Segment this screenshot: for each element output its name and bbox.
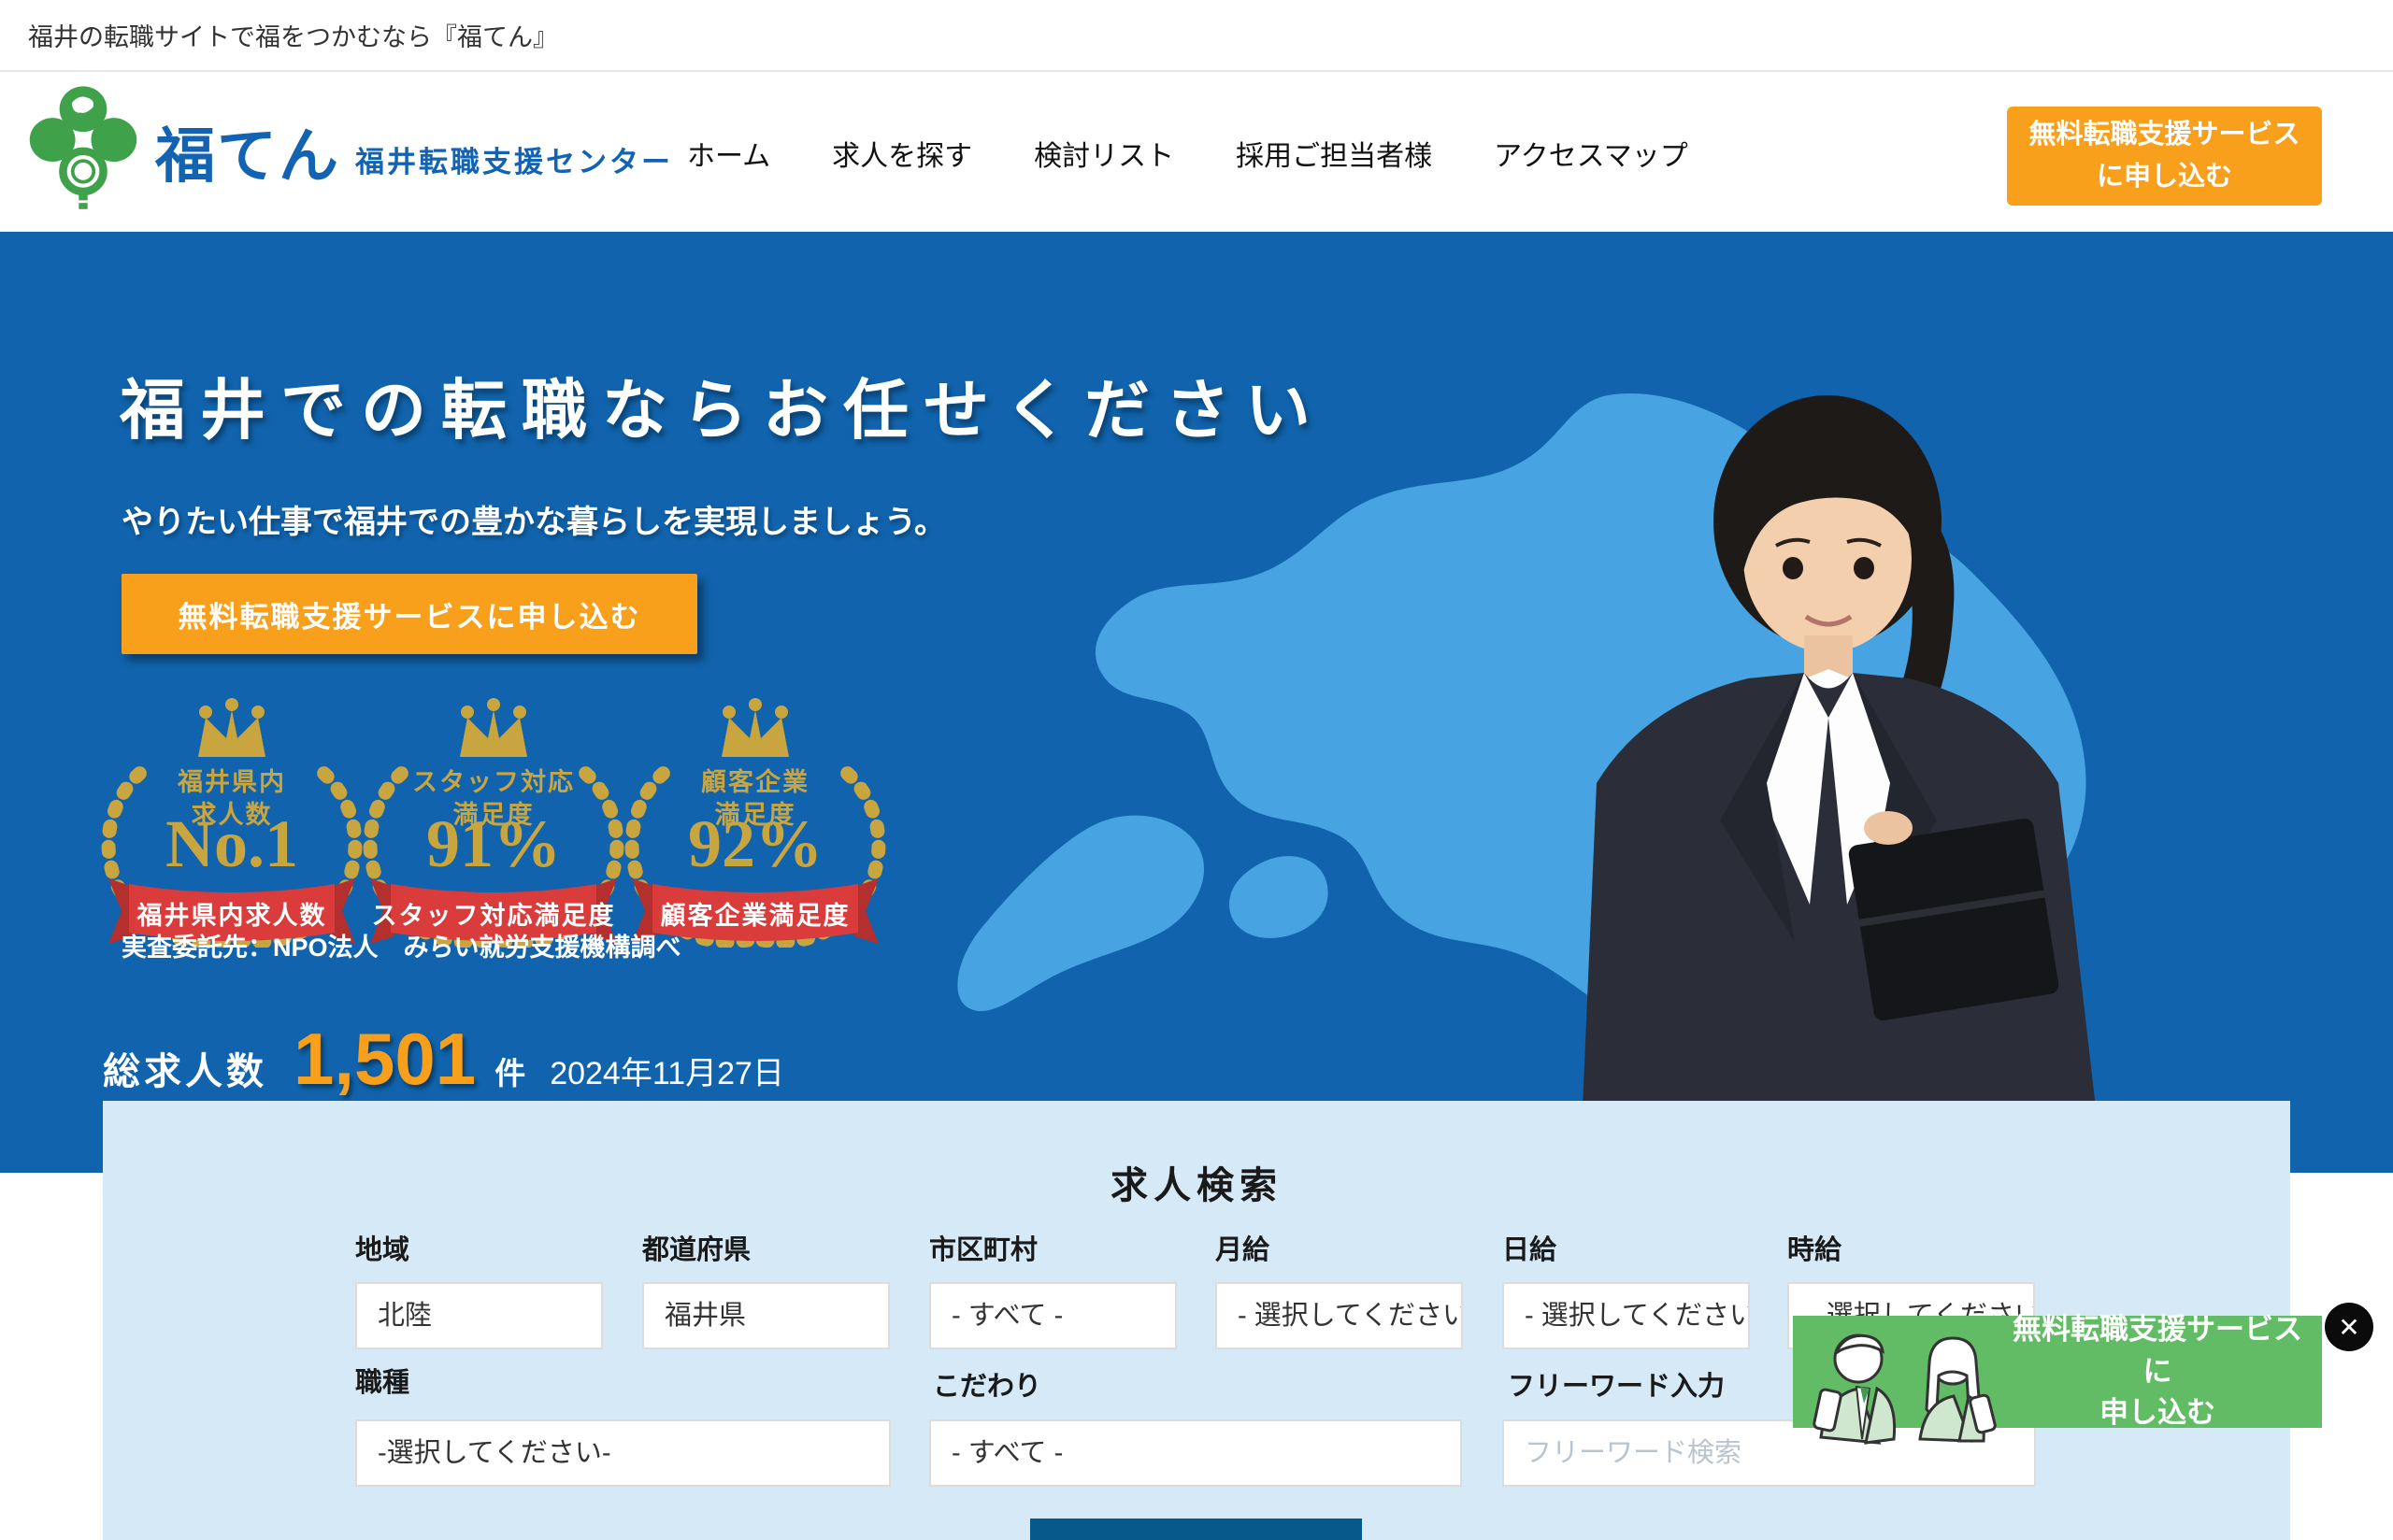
main-nav: ホーム 求人を探す 検討リスト 採用ご担当者様 アクセスマップ <box>687 74 1688 232</box>
select-preferences[interactable]: - すべて - <box>929 1419 1462 1487</box>
total-jobs-date: 2024年11月27日 <box>550 1048 784 1093</box>
site-logo[interactable]: 福てん 福井転職支援センター <box>26 83 673 219</box>
label-hourly-pay: 時給 <box>1787 1228 1841 1267</box>
total-jobs-unit: 件 <box>494 1048 525 1093</box>
site-header: 福てん 福井転職支援センター ホーム 求人を探す 検討リスト 採用ご担当者様 ア… <box>0 74 2393 232</box>
select-region[interactable]: 北陸 <box>355 1282 603 1349</box>
select-city[interactable]: - すべて - <box>929 1282 1177 1349</box>
badge-value: No.1 <box>101 806 363 883</box>
label-city: 市区町村 <box>929 1228 1038 1267</box>
hero-subheadline: やりたい仕事で福井での豊かな暮らしを実現しましょう。 <box>122 496 946 542</box>
select-daily-pay[interactable]: - 選択してください - <box>1502 1282 1750 1349</box>
nav-access-map[interactable]: アクセスマップ <box>1494 133 1688 174</box>
select-prefecture[interactable]: 福井県 <box>642 1282 890 1349</box>
clover-magnifier-logo-icon <box>26 83 140 219</box>
badge-jobs-no1: 福井県内求人数 No.1 福井県内求人数 <box>101 695 363 948</box>
select-monthly-pay[interactable]: - 選択してください - <box>1215 1282 1463 1349</box>
select-job-type[interactable]: -選択してください- <box>355 1419 891 1487</box>
top-tagline-bar: 福井の転職サイトで福をつかむなら『福てん』 <box>0 0 2393 72</box>
consultant-photo <box>1580 381 2300 1173</box>
logo-name: 福てん <box>155 108 340 194</box>
survey-note: 実査委託先：NPO法人 みらい就労支援機構調べ <box>122 927 681 963</box>
logo-subtitle: 福井転職支援センター <box>355 138 673 180</box>
page: 福井の転職サイトで福をつかむなら『福てん』 福てん 福井転職支援センター <box>0 0 2393 1540</box>
floating-banner-label: 無料転職支援サービスに 申し込む <box>2008 1316 2307 1428</box>
nav-home[interactable]: ホーム <box>687 133 770 174</box>
badge-value: 91% <box>363 806 624 883</box>
label-region: 地域 <box>355 1228 409 1267</box>
total-jobs-count: 1,501 <box>294 1017 476 1102</box>
header-apply-label: 無料転職支援サービスに申し込む <box>2028 114 2300 198</box>
label-job-type: 職種 <box>355 1361 409 1400</box>
close-icon[interactable]: ✕ <box>2325 1303 2373 1351</box>
label-preferences: こだわり <box>933 1364 1041 1404</box>
site-tagline: 福井の転職サイトで福をつかむなら『福てん』 <box>28 17 558 53</box>
badge-client-satisfaction: 顧客企業満足度 92% 顧客企業満足度 <box>624 695 886 948</box>
search-title: 求人検索 <box>103 1155 2290 1209</box>
award-badges: 福井県内求人数 No.1 福井県内求人数 スタッフ対応満足度 91% スタッフ対… <box>101 695 886 948</box>
total-jobs-label: 総求人数 <box>103 1041 267 1095</box>
badge-top-line1: スタッフ対応 <box>412 768 575 796</box>
nav-recruiters[interactable]: 採用ご担当者様 <box>1236 133 1432 174</box>
nav-consideration-list[interactable]: 検討リスト <box>1034 133 1174 174</box>
badge-top-line1: 顧客企業 <box>701 768 810 796</box>
header-apply-button[interactable]: 無料転職支援サービスに申し込む <box>2007 107 2322 206</box>
label-prefecture: 都道府県 <box>642 1228 751 1267</box>
badge-top-line1: 福井県内 <box>178 768 286 796</box>
nav-search-jobs[interactable]: 求人を探す <box>832 133 972 174</box>
label-free-word: フリーワード入力 <box>1508 1364 1725 1404</box>
hero-apply-button[interactable]: 無料転職支援サービスに申し込む <box>122 574 697 654</box>
search-submit-button[interactable]: 検索 <box>1030 1519 1362 1540</box>
people-with-phones-illustration <box>1800 1325 2011 1451</box>
badge-value: 92% <box>624 806 886 883</box>
floating-apply-banner[interactable]: 無料転職支援サービスに 申し込む ✕ <box>1793 1316 2322 1428</box>
badge-staff-satisfaction: スタッフ対応満足度 91% スタッフ対応満足度 <box>363 695 624 948</box>
hero-headline: 福井での転職ならお任せください <box>120 358 1325 452</box>
hero-section: 福井での転職ならお任せください やりたい仕事で福井での豊かな暮らしを実現しましょ… <box>0 232 2393 1173</box>
label-monthly-pay: 月給 <box>1215 1228 1269 1267</box>
label-daily-pay: 日給 <box>1502 1228 1556 1267</box>
total-jobs: 総求人数 1,501 件 2024年11月27日 <box>103 1017 784 1102</box>
